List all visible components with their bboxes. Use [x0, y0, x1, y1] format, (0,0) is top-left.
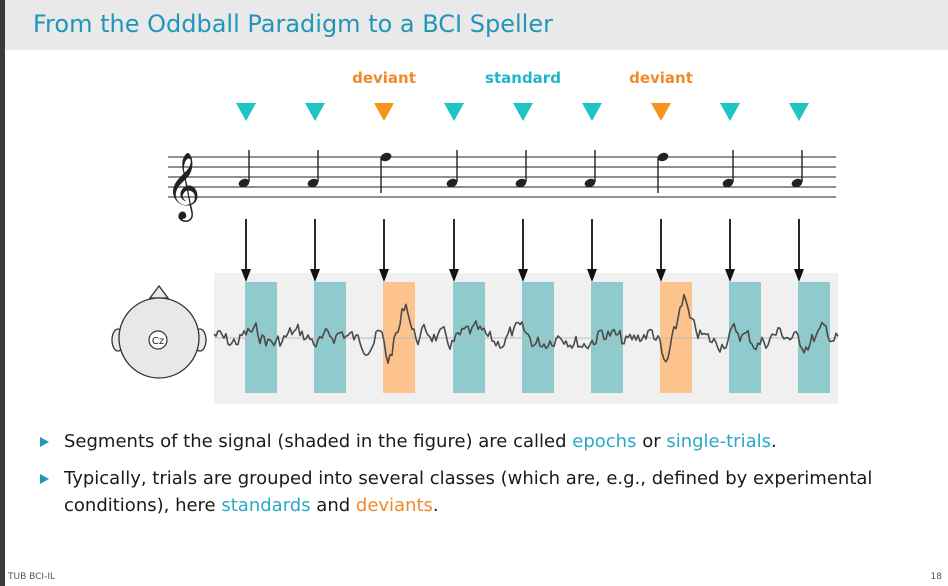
bullet-triangle-icon	[40, 474, 49, 484]
standard-marker-icon	[236, 103, 256, 121]
standard-marker-icon	[305, 103, 325, 121]
slide-title: From the Oddball Paradigm to a BCI Spell…	[33, 10, 553, 38]
arrows	[241, 219, 804, 282]
bullet-text: Segments of the signal (shaded in the fi…	[64, 431, 777, 452]
treble-clef-icon: 𝄞	[166, 151, 200, 222]
term-deviants: deviants	[355, 495, 433, 516]
oddball-figure: deviant standard deviant 𝄞 Cz	[111, 69, 839, 404]
deviant-label-1: deviant	[352, 69, 416, 87]
electrode-label: Cz	[152, 336, 164, 347]
standard-marker-icon	[513, 103, 533, 121]
term-single-trials: single-trials	[666, 431, 771, 452]
standard-marker-icon	[582, 103, 602, 121]
deviant-marker-icon	[651, 103, 671, 121]
standard-marker-icon	[720, 103, 740, 121]
standard-marker-icon	[789, 103, 809, 121]
term-epochs: epochs	[572, 431, 637, 452]
music-staff	[168, 156, 836, 198]
head-icon	[111, 284, 207, 379]
footer-institution: TUB BCI-IL	[8, 572, 55, 582]
bullet-list: Segments of the signal (shaded in the fi…	[38, 428, 918, 529]
bullet-item-epochs: Segments of the signal (shaded in the fi…	[38, 428, 918, 455]
standard-label: standard	[485, 69, 561, 87]
term-standards: standards	[221, 495, 311, 516]
deviant-marker-icon	[374, 103, 394, 121]
deviant-label-2: deviant	[629, 69, 693, 87]
stimulus-markers	[236, 103, 809, 121]
page-number: 18	[930, 572, 942, 582]
bullet-triangle-icon	[40, 437, 49, 447]
bullet-item-classes: Typically, trials are grouped into sever…	[38, 465, 918, 519]
bullet-text: Typically, trials are grouped into sever…	[64, 468, 873, 516]
standard-marker-icon	[444, 103, 464, 121]
